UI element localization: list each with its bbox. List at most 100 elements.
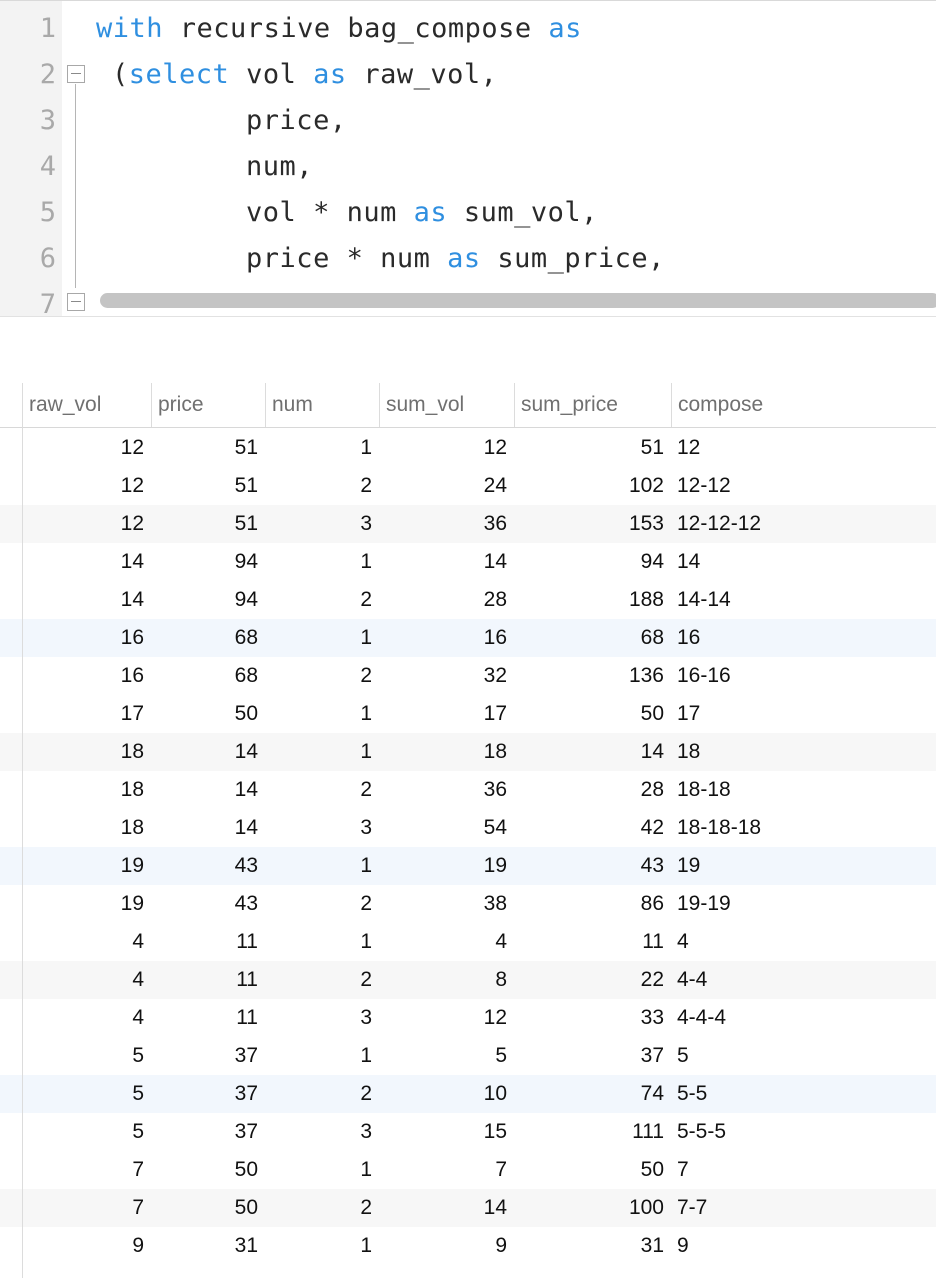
table-row[interactable]: 18 14 3 54 42 18-18-18 (0, 809, 936, 847)
code-line[interactable]: price * num as sum_price, (112, 236, 665, 282)
cell-sum-price[interactable]: 43 (514, 847, 664, 885)
fold-toggle-icon[interactable] (67, 293, 85, 311)
cell-sum-vol[interactable]: 28 (379, 581, 507, 619)
table-row[interactable]: 19 43 1 19 43 19 (0, 847, 936, 885)
cell-sum-vol[interactable]: 4 (379, 923, 507, 961)
cell-sum-price[interactable]: 74 (514, 1075, 664, 1113)
cell-price[interactable]: 31 (151, 1227, 258, 1265)
cell-raw-vol[interactable]: 12 (22, 467, 144, 505)
column-header-compose[interactable]: compose (671, 383, 936, 427)
cell-num[interactable]: 2 (265, 657, 372, 695)
column-header-price[interactable]: price (151, 383, 265, 427)
table-row[interactable]: 16 68 2 32 136 16-16 (0, 657, 936, 695)
cell-sum-vol[interactable]: 38 (379, 885, 507, 923)
table-row[interactable]: 5 37 1 5 37 5 (0, 1037, 936, 1075)
cell-compose[interactable]: 16 (671, 619, 936, 657)
cell-raw-vol[interactable]: 12 (22, 429, 144, 467)
horizontal-scrollbar[interactable] (100, 293, 936, 308)
cell-num[interactable]: 1 (265, 619, 372, 657)
cell-sum-price[interactable]: 94 (514, 543, 664, 581)
table-row[interactable]: 18 14 1 18 14 18 (0, 733, 936, 771)
cell-compose[interactable]: 18-18-18 (671, 809, 936, 847)
cell-num[interactable]: 2 (265, 771, 372, 809)
cell-sum-vol[interactable]: 8 (379, 961, 507, 999)
cell-sum-price[interactable]: 188 (514, 581, 664, 619)
table-row[interactable]: 12 51 3 36 153 12-12-12 (0, 505, 936, 543)
cell-compose[interactable]: 4-4 (671, 961, 936, 999)
cell-price[interactable]: 51 (151, 429, 258, 467)
cell-price[interactable]: 94 (151, 581, 258, 619)
table-row[interactable]: 16 68 1 16 68 16 (0, 619, 936, 657)
cell-sum-price[interactable]: 102 (514, 467, 664, 505)
cell-num[interactable]: 1 (265, 1037, 372, 1075)
cell-price[interactable]: 51 (151, 505, 258, 543)
sql-editor[interactable]: 1234567 with recursive bag_compose as (se… (0, 0, 936, 317)
cell-compose[interactable]: 4-4-4 (671, 999, 936, 1037)
cell-price[interactable]: 37 (151, 1037, 258, 1075)
cell-sum-price[interactable]: 37 (514, 1037, 664, 1075)
table-row[interactable]: 7 50 1 7 50 7 (0, 1151, 936, 1189)
cell-raw-vol[interactable]: 19 (22, 885, 144, 923)
cell-sum-vol[interactable]: 32 (379, 657, 507, 695)
cell-sum-price[interactable]: 136 (514, 657, 664, 695)
cell-price[interactable]: 50 (151, 695, 258, 733)
cell-raw-vol[interactable]: 9 (22, 1227, 144, 1265)
cell-raw-vol[interactable]: 14 (22, 543, 144, 581)
cell-price[interactable]: 11 (151, 961, 258, 999)
table-row[interactable]: 9 31 1 9 31 9 (0, 1227, 936, 1265)
cell-num[interactable]: 2 (265, 467, 372, 505)
cell-raw-vol[interactable]: 19 (22, 847, 144, 885)
panel-splitter[interactable] (0, 316, 936, 384)
cell-sum-price[interactable]: 33 (514, 999, 664, 1037)
cell-num[interactable]: 3 (265, 809, 372, 847)
cell-raw-vol[interactable]: 4 (22, 961, 144, 999)
cell-num[interactable]: 1 (265, 1151, 372, 1189)
cell-num[interactable]: 1 (265, 847, 372, 885)
cell-price[interactable]: 43 (151, 847, 258, 885)
cell-sum-price[interactable]: 153 (514, 505, 664, 543)
cell-raw-vol[interactable]: 5 (22, 1037, 144, 1075)
cell-compose[interactable]: 14-14 (671, 581, 936, 619)
cell-compose[interactable]: 19 (671, 847, 936, 885)
table-row[interactable]: 5 37 2 10 74 5-5 (0, 1075, 936, 1113)
cell-sum-vol[interactable]: 17 (379, 695, 507, 733)
cell-sum-vol[interactable]: 10 (379, 1075, 507, 1113)
cell-num[interactable]: 2 (265, 885, 372, 923)
cell-raw-vol[interactable]: 18 (22, 733, 144, 771)
cell-sum-price[interactable]: 51 (514, 429, 664, 467)
cell-price[interactable]: 51 (151, 467, 258, 505)
code-line[interactable]: vol * num as sum_vol, (112, 190, 598, 236)
cell-sum-vol[interactable]: 16 (379, 619, 507, 657)
cell-sum-vol[interactable]: 36 (379, 771, 507, 809)
cell-num[interactable]: 3 (265, 999, 372, 1037)
cell-price[interactable]: 14 (151, 733, 258, 771)
cell-sum-vol[interactable]: 24 (379, 467, 507, 505)
table-row[interactable]: 7 50 2 14 100 7-7 (0, 1189, 936, 1227)
cell-sum-vol[interactable]: 19 (379, 847, 507, 885)
cell-sum-vol[interactable]: 54 (379, 809, 507, 847)
cell-sum-price[interactable]: 14 (514, 733, 664, 771)
cell-sum-vol[interactable]: 12 (379, 999, 507, 1037)
cell-compose[interactable]: 12-12 (671, 467, 936, 505)
table-row[interactable]: 5 37 3 15 111 5-5-5 (0, 1113, 936, 1151)
cell-num[interactable]: 1 (265, 543, 372, 581)
cell-raw-vol[interactable]: 5 (22, 1075, 144, 1113)
code-line[interactable]: num, (112, 144, 313, 190)
cell-compose[interactable]: 18 (671, 733, 936, 771)
cell-compose[interactable]: 18-18 (671, 771, 936, 809)
cell-num[interactable]: 2 (265, 1075, 372, 1113)
table-row[interactable]: 12 51 1 12 51 12 (0, 429, 936, 467)
cell-raw-vol[interactable]: 7 (22, 1151, 144, 1189)
cell-raw-vol[interactable]: 14 (22, 581, 144, 619)
column-header-raw-vol[interactable]: raw_vol (22, 383, 151, 427)
table-row[interactable]: 4 11 2 8 22 4-4 (0, 961, 936, 999)
cell-raw-vol[interactable]: 4 (22, 999, 144, 1037)
code-line[interactable]: (select vol as raw_vol, (112, 52, 497, 98)
cell-price[interactable]: 94 (151, 543, 258, 581)
cell-sum-price[interactable]: 50 (514, 1151, 664, 1189)
cell-num[interactable]: 1 (265, 733, 372, 771)
cell-raw-vol[interactable]: 7 (22, 1189, 144, 1227)
cell-price[interactable]: 37 (151, 1113, 258, 1151)
cell-num[interactable]: 3 (265, 505, 372, 543)
results-grid[interactable]: raw_vol price num sum_vol sum_price compose 1… (0, 383, 936, 1278)
